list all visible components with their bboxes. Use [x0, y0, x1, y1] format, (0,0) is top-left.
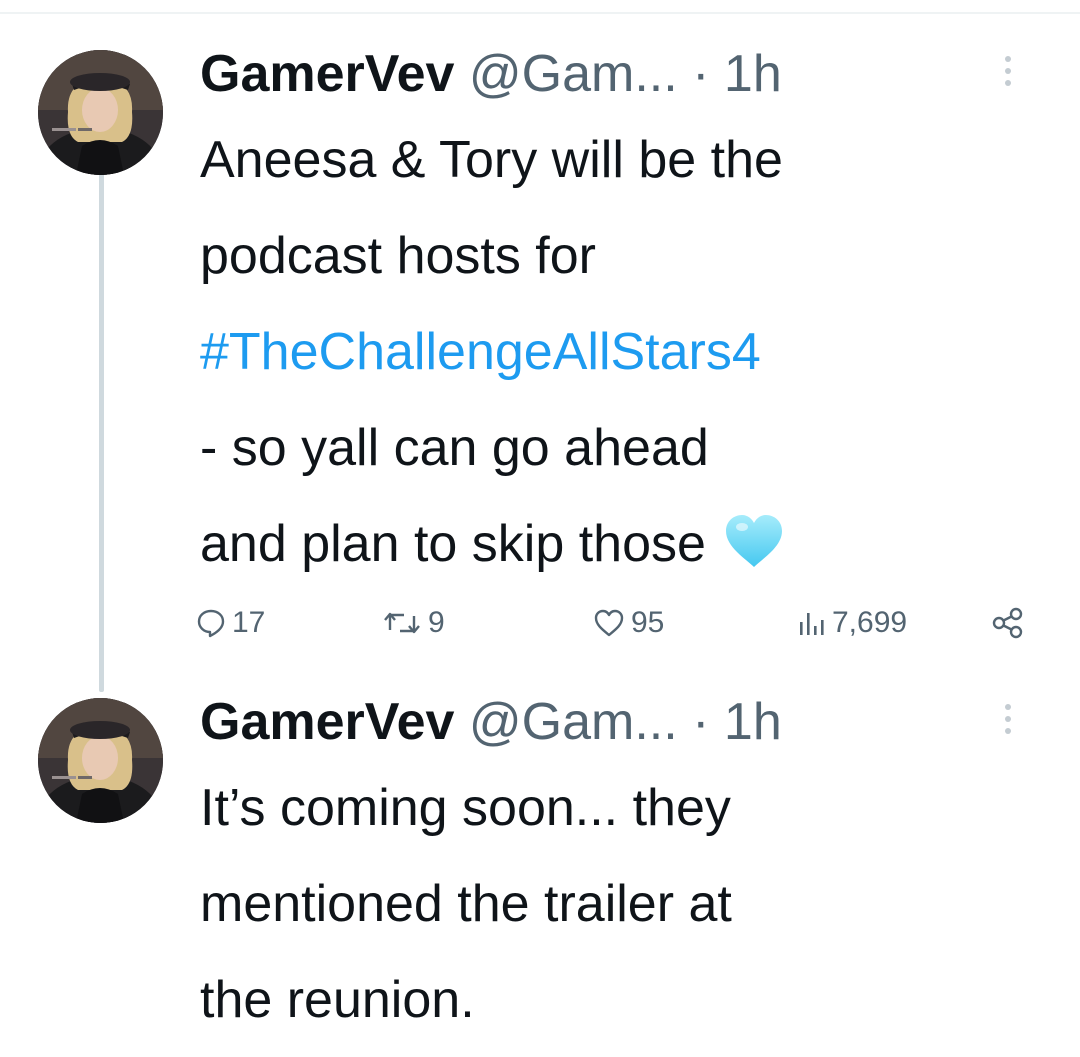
- separator-dot: ·: [692, 45, 710, 103]
- avatar-image: [38, 50, 163, 175]
- display-name[interactable]: GamerVev: [200, 693, 454, 751]
- reply-icon: [197, 609, 225, 638]
- views-icon: [800, 613, 824, 635]
- views-button[interactable]: 7,699: [796, 593, 907, 653]
- tweet-text-line: and plan to skip those: [200, 515, 706, 573]
- like-count: 95: [631, 606, 665, 639]
- separator-dot: ·: [692, 693, 710, 751]
- tweet-text-line: podcast hosts for: [200, 227, 596, 285]
- avatar[interactable]: [38, 50, 163, 175]
- light-blue-heart-icon: [725, 515, 782, 567]
- thread-connector-line: [99, 172, 104, 692]
- retweet-count: 9: [428, 606, 445, 639]
- user-handle[interactable]: @Gam...: [469, 45, 678, 103]
- tweet-header: GamerVev @Gam... · 1h: [200, 686, 1020, 758]
- tweet-actions: 17 9 95 7,699: [196, 593, 1036, 653]
- display-name[interactable]: GamerVev: [200, 45, 454, 103]
- share-icon: [992, 607, 1023, 639]
- tweet-text-line: mentioned the trailer at: [200, 875, 732, 933]
- more-vertical-icon[interactable]: [1000, 56, 1016, 96]
- reply-count: 17: [232, 606, 266, 639]
- tweet-text-line: the reunion.: [200, 971, 475, 1029]
- tweet-text: Aneesa & Tory will be the podcast hosts …: [200, 112, 1060, 592]
- tweet-text: It’s coming soon... they mentioned the t…: [200, 760, 1060, 1048]
- tweet-text-line: - so yall can go ahead: [200, 419, 709, 477]
- view-count: 7,699: [832, 606, 908, 639]
- avatar[interactable]: [38, 698, 163, 823]
- heart-icon: [594, 609, 624, 637]
- like-button[interactable]: 95: [593, 593, 664, 653]
- timestamp[interactable]: 1h: [724, 45, 782, 103]
- tweet-text-line: Aneesa & Tory will be the: [200, 131, 783, 189]
- tweet-text-line: It’s coming soon... they: [200, 779, 731, 837]
- retweet-icon: [384, 612, 420, 634]
- user-handle[interactable]: @Gam...: [469, 693, 678, 751]
- tweet-text-line-with-emoji: and plan to skip those: [200, 496, 1060, 592]
- more-vertical-icon[interactable]: [1000, 704, 1016, 744]
- avatar-image: [38, 698, 163, 823]
- tweet-header: GamerVev @Gam... · 1h: [200, 38, 1020, 110]
- timestamp[interactable]: 1h: [724, 693, 782, 751]
- retweet-button[interactable]: 9: [382, 593, 445, 653]
- share-button[interactable]: [991, 593, 1031, 653]
- hashtag-link[interactable]: #TheChallengeAllStars4: [200, 304, 1060, 400]
- top-divider: [0, 12, 1080, 14]
- reply-button[interactable]: 17: [196, 593, 265, 653]
